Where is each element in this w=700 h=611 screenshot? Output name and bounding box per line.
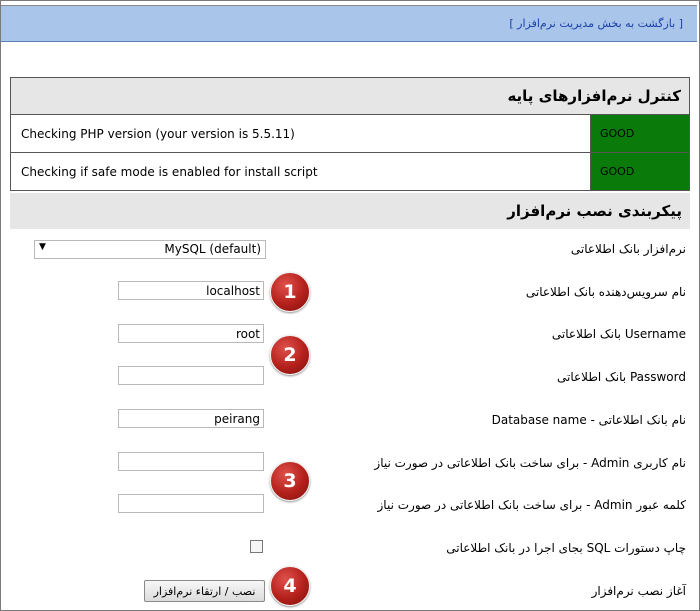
step-badge-4: 4 — [270, 566, 310, 606]
check-label: Checking if safe mode is enabled for ins… — [10, 152, 591, 191]
start-install-label: آغاز نصب نرم‌افزار — [591, 584, 686, 598]
db-name-input[interactable] — [118, 409, 264, 428]
install-config-title-text: پیکربندی نصب نرم‌افزار — [507, 202, 682, 220]
check-label: Checking PHP version (your version is 5.… — [10, 114, 591, 153]
db-host-label: نام سرویس‌دهنده بانک اطلاعاتی — [525, 285, 686, 299]
status-badge: GOOD — [590, 114, 690, 153]
install-upgrade-button[interactable]: نصب / ارتقاء نرم‌افزار — [144, 580, 265, 602]
admin-username-input[interactable] — [118, 452, 264, 471]
admin-username-label: نام کاربری Admin - برای ساخت بانک اطلاعا… — [374, 456, 686, 470]
table-row: GOOD Checking if safe mode is enabled fo… — [10, 152, 690, 191]
admin-password-label: کلمه عبور Admin - برای ساخت بانک اطلاعات… — [377, 498, 686, 512]
db-password-input[interactable] — [118, 366, 264, 385]
step-badge-3: 3 — [270, 461, 310, 501]
db-name-label: نام بانک اطلاعاتی - Database name — [491, 413, 686, 427]
back-to-admin-link[interactable]: [ بازگشت به بخش مدیریت نرم‌افزار ] — [509, 17, 683, 30]
status-badge: GOOD — [590, 152, 690, 191]
db-password-label: Password بانک اطلاعاتی — [557, 370, 686, 384]
print-sql-checkbox[interactable] — [250, 540, 263, 553]
db-username-label: Username بانک اطلاعاتی — [551, 327, 686, 341]
step-badge-1: 1 — [270, 272, 310, 312]
admin-password-input[interactable] — [118, 494, 264, 513]
db-software-select[interactable]: MySQL (default) ▼ — [34, 240, 266, 259]
step-badge-2: 2 — [270, 335, 310, 375]
db-software-selected: MySQL (default) — [164, 242, 261, 256]
db-username-input[interactable] — [118, 324, 264, 343]
chevron-down-icon: ▼ — [39, 242, 46, 252]
basic-check-table: کنترل نرم‌افزارهای پایه GOOD Checking PH… — [10, 77, 690, 191]
table-row: GOOD Checking PHP version (your version … — [10, 114, 690, 153]
install-config-title: پیکربندی نصب نرم‌افزار — [10, 193, 690, 229]
header-bar: [ بازگشت به بخش مدیریت نرم‌افزار ] — [1, 6, 697, 42]
db-software-label: نرم‌افزار بانک اطلاعاتی — [570, 242, 686, 256]
print-sql-label: چاپ دستورات SQL بجای اجرا در بانک اطلاعا… — [446, 541, 686, 555]
db-host-input[interactable] — [118, 281, 264, 300]
basic-check-title: کنترل نرم‌افزارهای پایه — [10, 77, 690, 115]
